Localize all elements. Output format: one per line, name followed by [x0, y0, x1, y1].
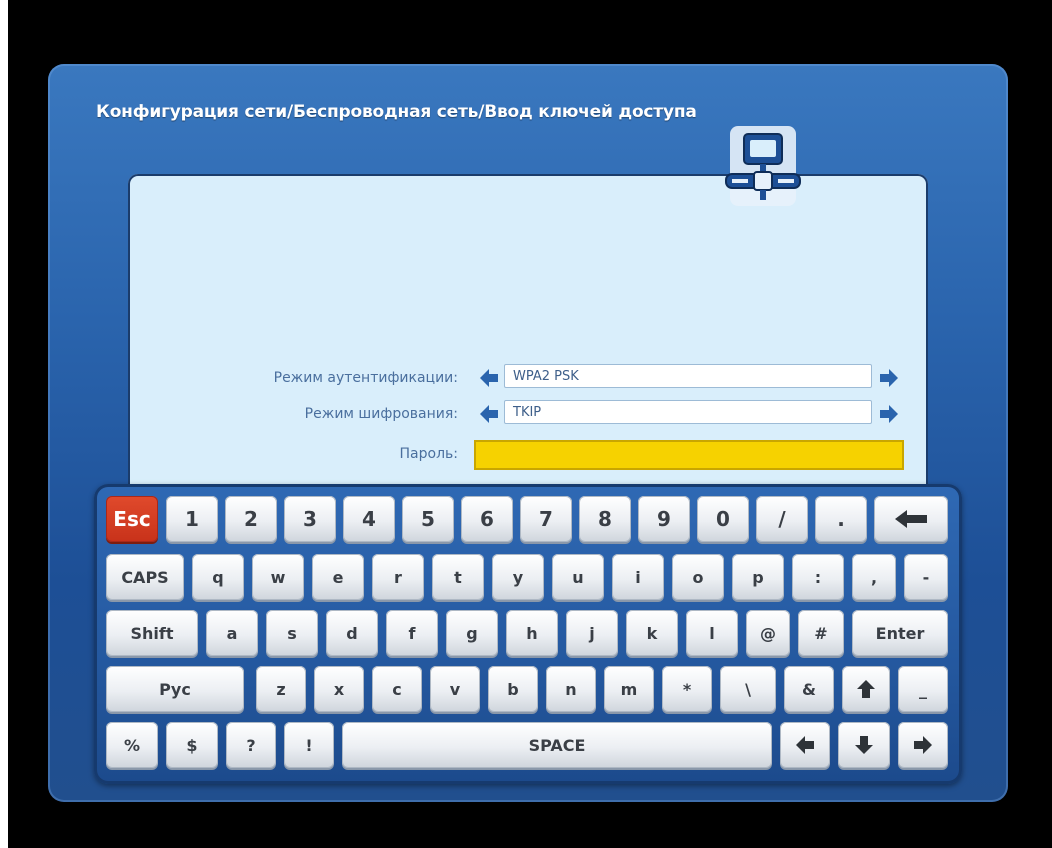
auth-mode-prev-arrow-icon[interactable]: [478, 367, 500, 389]
key-w[interactable]: w: [252, 554, 304, 600]
key-5[interactable]: 5: [402, 496, 454, 542]
key-8[interactable]: 8: [579, 496, 631, 542]
key-3[interactable]: 3: [284, 496, 336, 542]
auth-mode-label: Режим аутентификации:: [273, 370, 458, 386]
key-p[interactable]: p: [732, 554, 784, 600]
key-a[interactable]: a: [206, 610, 258, 656]
key-ampersand[interactable]: &: [784, 666, 834, 712]
key-down[interactable]: [838, 722, 890, 768]
arrow-up-icon: [857, 680, 875, 698]
password-input[interactable]: [474, 440, 904, 470]
key-m[interactable]: m: [604, 666, 654, 712]
key-l[interactable]: l: [686, 610, 738, 656]
key-9[interactable]: 9: [638, 496, 690, 542]
key-b[interactable]: b: [488, 666, 538, 712]
key-u[interactable]: u: [552, 554, 604, 600]
key-y[interactable]: y: [492, 554, 544, 600]
key-2[interactable]: 2: [225, 496, 277, 542]
screen-edge: [0, 0, 8, 848]
key-at[interactable]: @: [746, 610, 790, 656]
key-question[interactable]: ?: [226, 722, 276, 768]
key-language-ru[interactable]: Рус: [106, 666, 244, 712]
key-comma[interactable]: ,: [852, 554, 896, 600]
key-percent[interactable]: %: [106, 722, 158, 768]
key-colon[interactable]: :: [792, 554, 844, 600]
key-0[interactable]: 0: [697, 496, 749, 542]
encryption-mode-label: Режим шифрования:: [304, 406, 458, 422]
arrow-right-icon: [914, 736, 932, 754]
backspace-arrow-icon: [895, 510, 927, 528]
key-i[interactable]: i: [612, 554, 664, 600]
key-enter[interactable]: Enter: [852, 610, 948, 656]
key-e[interactable]: e: [312, 554, 364, 600]
key-exclamation[interactable]: !: [284, 722, 334, 768]
auth-mode-next-arrow-icon[interactable]: [878, 367, 900, 389]
key-f[interactable]: f: [386, 610, 438, 656]
key-shift[interactable]: Shift: [106, 610, 198, 656]
breadcrumb: Конфигурация сети/Беспроводная сеть/Ввод…: [96, 102, 697, 122]
key-z[interactable]: z: [256, 666, 306, 712]
key-4[interactable]: 4: [343, 496, 395, 542]
key-n[interactable]: n: [546, 666, 596, 712]
encryption-mode-prev-arrow-icon[interactable]: [478, 403, 500, 425]
key-asterisk[interactable]: *: [662, 666, 712, 712]
key-c[interactable]: c: [372, 666, 422, 712]
arrow-left-icon: [796, 736, 814, 754]
encryption-mode-next-arrow-icon[interactable]: [878, 403, 900, 425]
key-r[interactable]: r: [372, 554, 424, 600]
key-left[interactable]: [780, 722, 830, 768]
network-icon: [725, 126, 801, 206]
arrow-down-icon: [855, 736, 873, 754]
key-h[interactable]: h: [506, 610, 558, 656]
key-t[interactable]: t: [432, 554, 484, 600]
auth-mode-field[interactable]: WPA2 PSK: [504, 364, 872, 388]
key-backslash[interactable]: \: [720, 666, 776, 712]
encryption-mode-field[interactable]: TKIP: [504, 400, 872, 424]
key-k[interactable]: k: [626, 610, 678, 656]
key-slash[interactable]: /: [756, 496, 808, 542]
key-underscore[interactable]: _: [898, 666, 948, 712]
password-label: Пароль:: [399, 446, 458, 462]
key-6[interactable]: 6: [461, 496, 513, 542]
key-v[interactable]: v: [430, 666, 480, 712]
key-up[interactable]: [842, 666, 890, 712]
key-hash[interactable]: #: [798, 610, 844, 656]
key-s[interactable]: s: [266, 610, 318, 656]
key-g[interactable]: g: [446, 610, 498, 656]
key-backspace[interactable]: [874, 496, 948, 542]
key-d[interactable]: d: [326, 610, 378, 656]
key-7[interactable]: 7: [520, 496, 572, 542]
key-x[interactable]: x: [314, 666, 364, 712]
key-caps[interactable]: CAPS: [106, 554, 184, 600]
key-o[interactable]: o: [672, 554, 724, 600]
key-1[interactable]: 1: [166, 496, 218, 542]
key-hyphen[interactable]: -: [904, 554, 948, 600]
key-dollar[interactable]: $: [166, 722, 218, 768]
key-right[interactable]: [898, 722, 948, 768]
key-esc[interactable]: Esc: [106, 496, 158, 542]
key-space[interactable]: SPACE: [342, 722, 772, 768]
key-j[interactable]: j: [566, 610, 618, 656]
key-period[interactable]: .: [815, 496, 867, 542]
key-q[interactable]: q: [192, 554, 244, 600]
